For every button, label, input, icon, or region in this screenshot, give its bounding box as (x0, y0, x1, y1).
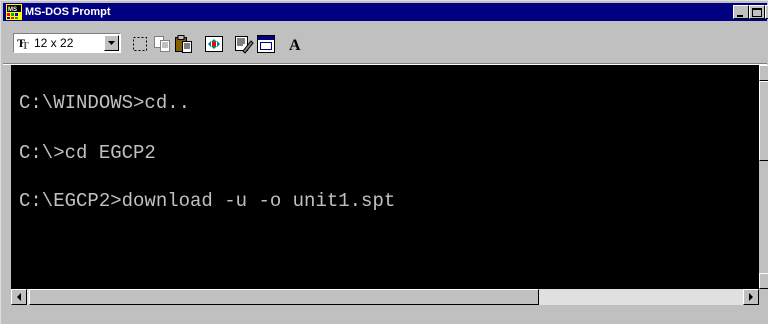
font-size-value: 12 x 22 (34, 36, 74, 50)
console-line: C:\EGCP2>download -u -o unit1.spt (19, 190, 396, 212)
arrow-right-icon (749, 293, 753, 301)
background-button[interactable] (255, 33, 277, 55)
maximize-button[interactable] (749, 5, 765, 19)
svg-text:MS: MS (8, 7, 17, 13)
scroll-left-button[interactable] (11, 289, 27, 305)
background-icon (257, 35, 275, 53)
horizontal-scrollbar[interactable] (11, 289, 759, 305)
maximize-icon (752, 8, 762, 17)
vertical-scroll-thumb[interactable] (759, 81, 768, 161)
font-button[interactable]: A (285, 33, 307, 55)
mark-button[interactable] (129, 33, 151, 55)
console-line: C:\>cd EGCP2 (19, 142, 156, 164)
font-size-select[interactable]: T T 12 x 22 (13, 33, 121, 53)
fullscreen-button[interactable] (203, 33, 225, 55)
scroll-right-button[interactable] (743, 289, 759, 305)
console-output[interactable]: C:\WINDOWS>cd.. C:\>cd EGCP2 C:\EGCP2>do… (11, 65, 759, 289)
mark-icon (133, 37, 147, 51)
minimize-button[interactable] (733, 5, 749, 19)
msdos-app-icon[interactable]: MS (6, 4, 22, 20)
fullscreen-icon (205, 36, 223, 52)
scroll-up-button[interactable] (759, 65, 768, 81)
font-button-label: A (289, 37, 301, 54)
minimize-icon (737, 15, 743, 17)
horizontal-scroll-thumb[interactable] (29, 289, 539, 305)
msdos-window: MS MS-DOS Prompt T T 12 x 22 A C:\WINDOW… (0, 0, 768, 324)
window-title: MS-DOS Prompt (25, 6, 111, 18)
properties-button[interactable] (233, 33, 255, 55)
vertical-scrollbar[interactable] (759, 65, 768, 289)
properties-icon (235, 36, 254, 54)
title-bar[interactable]: MS MS-DOS Prompt (3, 3, 768, 21)
console-line: C:\WINDOWS>cd.. (19, 92, 191, 114)
arrow-left-icon (17, 293, 21, 301)
paste-icon (175, 35, 192, 53)
font-icon: A (289, 37, 301, 54)
toolbar: T T 12 x 22 A (3, 23, 767, 65)
copy-icon (154, 36, 170, 52)
svg-text:T: T (22, 41, 29, 50)
copy-button[interactable] (151, 33, 173, 55)
font-size-dropdown-button[interactable] (104, 35, 119, 51)
scroll-down-button[interactable] (759, 273, 768, 289)
chevron-down-icon (108, 41, 115, 45)
truetype-icon: T T (17, 36, 29, 50)
paste-button[interactable] (173, 33, 195, 55)
